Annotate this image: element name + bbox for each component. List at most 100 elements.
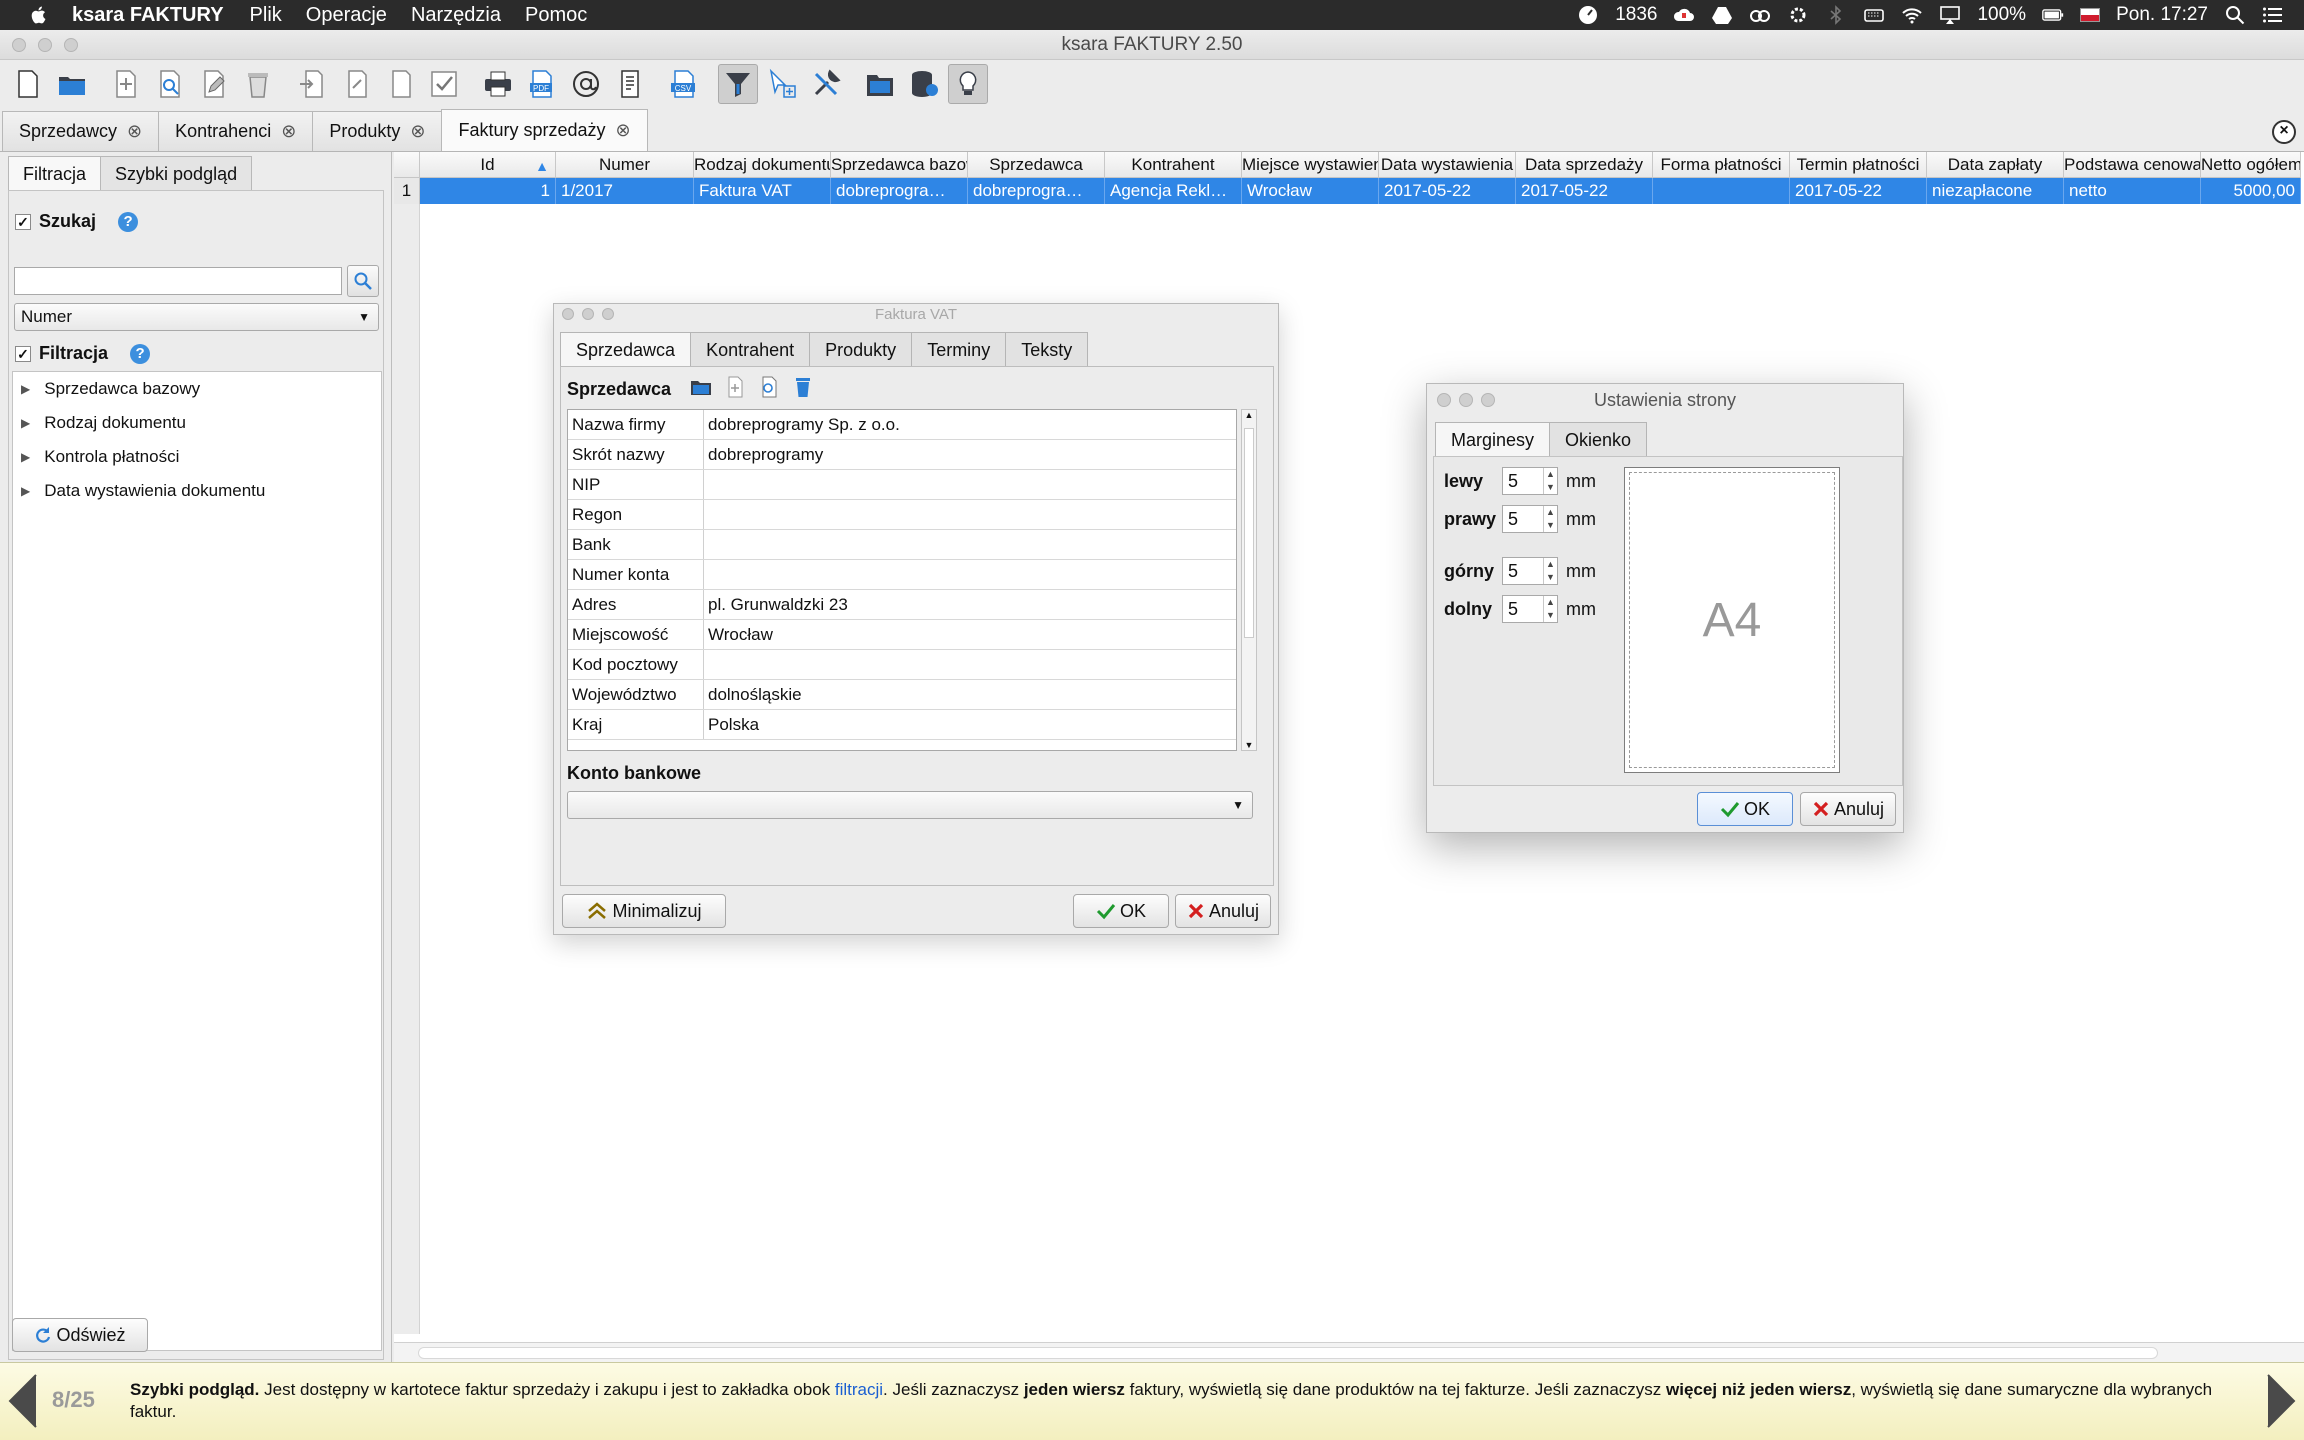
open-button[interactable] [52,64,92,104]
tab-produkty[interactable]: Produkty ⊗ [312,111,443,151]
field-row[interactable]: Regon [568,500,1236,530]
cell-sprzedawca-bazowy[interactable]: dobreprogra… [831,178,968,204]
filter-checkbox[interactable]: ✓ [15,345,31,362]
column-header-data-zaplaty[interactable]: Data zapłaty [1927,152,2064,178]
field-value[interactable]: dobreprogramy [704,440,1236,469]
spotlight-search-icon[interactable] [2224,4,2246,26]
search-field-select[interactable]: Numer ▼ [14,303,379,331]
field-value[interactable]: Polska [704,710,1236,739]
print-button[interactable] [478,64,518,104]
table-row[interactable]: 1 1 1/2017 Faktura VAT dobreprogra… dobr… [394,178,2301,204]
database-button[interactable] [904,64,944,104]
polish-flag-icon[interactable] [2080,8,2101,22]
bluetooth-icon[interactable] [1825,4,1847,26]
column-header-data-sprzedazy[interactable]: Data sprzedaży [1516,152,1653,178]
previous-tip-arrow-icon[interactable] [4,1371,40,1431]
expand-arrow-icon[interactable]: ▶ [21,416,30,430]
close-all-tabs-icon[interactable]: × [2272,120,2296,144]
filter-help-icon[interactable]: ? [130,343,151,364]
gauge-icon[interactable] [1577,4,1599,26]
add-document-button[interactable] [106,64,146,104]
blank-page-button[interactable] [380,64,420,104]
report-button[interactable] [610,64,650,104]
email-button[interactable] [566,64,606,104]
expand-arrow-icon[interactable]: ▶ [21,382,30,396]
dialog-close-button[interactable] [562,308,574,320]
close-window-button[interactable] [12,38,26,52]
cell-id[interactable]: 1 [420,178,556,204]
field-value[interactable]: Wrocław [704,620,1236,649]
gear-badge-icon[interactable] [1787,4,1809,26]
field-value[interactable] [704,560,1236,589]
cancel-button[interactable]: Anuluj [1175,894,1271,928]
add-document-icon[interactable] [723,375,747,399]
field-value[interactable]: pl. Grunwaldzki 23 [704,590,1236,619]
select-add-button[interactable] [762,64,802,104]
cell-sprzedawca[interactable]: dobreprogra… [968,178,1105,204]
clock[interactable]: Pon. 17:27 [2116,4,2208,26]
menu-narzedzia[interactable]: Narzędzia [411,4,501,27]
pdf-button[interactable]: PDF [522,64,562,104]
delete-icon[interactable] [791,375,815,399]
zoom-window-button[interactable] [64,38,78,52]
copy-button[interactable] [336,64,376,104]
dialog-minimize-button[interactable] [1459,393,1473,407]
spinner-value[interactable]: 5 [1503,506,1543,532]
field-row[interactable]: Miejscowość Wrocław [568,620,1236,650]
bank-account-select[interactable]: ▼ [567,791,1253,819]
close-tab-icon[interactable]: ⊗ [616,120,631,141]
field-row[interactable]: Adres pl. Grunwaldzki 23 [568,590,1236,620]
field-row[interactable]: NIP [568,470,1236,500]
tab-kontrahent[interactable]: Kontrahent [690,332,811,366]
apple-icon[interactable] [28,4,50,26]
tip-link-filtracji[interactable]: filtracji [835,1380,883,1399]
tab-sprzedawca[interactable]: Sprzedawca [560,332,692,366]
search-help-icon[interactable]: ? [118,211,139,232]
field-value[interactable] [704,530,1236,559]
dialog-close-button[interactable] [1437,393,1451,407]
spinner-value[interactable]: 5 [1503,558,1543,584]
menu-pomoc[interactable]: Pomoc [525,4,587,27]
vertical-scrollbar[interactable]: ▲ ▼ [1241,409,1257,751]
cell-numer[interactable]: 1/2017 [556,178,694,204]
field-row[interactable]: Numer konta [568,560,1236,590]
column-header-numer[interactable]: Numer [556,152,694,178]
column-header-sprzedawca[interactable]: Sprzedawca [968,152,1105,178]
scroll-up-icon[interactable]: ▲ [1242,410,1256,420]
airplay-icon[interactable] [1939,4,1961,26]
tab-kontrahenci[interactable]: Kontrahenci ⊗ [158,111,314,151]
scroll-down-icon[interactable]: ▼ [1242,740,1256,750]
tab-terminy[interactable]: Terminy [911,332,1007,366]
spinner-arrows-icon[interactable]: ▲ ▼ [1543,596,1557,622]
scrollbar-thumb[interactable] [1244,428,1254,638]
field-row[interactable]: Województwo dolnośląskie [568,680,1236,710]
spinner-arrows-icon[interactable]: ▲ ▼ [1543,558,1557,584]
cell-termin-platnosci[interactable]: 2017-05-22 [1790,178,1927,204]
spinner-arrows-icon[interactable]: ▲ ▼ [1543,468,1557,494]
tab-faktury-sprzedazy[interactable]: Faktury sprzedaży ⊗ [441,109,648,151]
cell-kontrahent[interactable]: Agencja Rekl… [1105,178,1242,204]
tab-szybki-podglad[interactable]: Szybki podgląd [100,156,253,190]
field-row[interactable]: Skrót nazwy dobreprogramy [568,440,1236,470]
page-cancel-button[interactable]: Anuluj [1800,792,1896,826]
margin-top-spinner[interactable]: 5 ▲ ▼ [1502,557,1558,585]
close-tab-icon[interactable]: ⊗ [281,121,296,142]
column-header-sprzedawca-bazowy[interactable]: Sprzedawca bazowy [831,152,968,178]
spinner-arrows-icon[interactable]: ▲ ▼ [1543,506,1557,532]
battery-percent[interactable]: 100% [1977,4,2026,26]
ok-button[interactable]: OK [1073,894,1169,928]
column-header-id[interactable]: Id ▲ [420,152,556,178]
field-value[interactable] [704,650,1236,679]
keyboard-icon[interactable] [1863,4,1885,26]
tab-teksty[interactable]: Teksty [1005,332,1089,366]
column-header-netto-ogolem[interactable]: Netto ogółem [2201,152,2301,178]
field-value[interactable]: dobreprogramy Sp. z o.o. [704,410,1236,439]
cloud-icon[interactable] [1673,4,1695,26]
cell-forma-platnosci[interactable] [1653,178,1790,204]
tree-item-kontrola-platnosci[interactable]: ▶ Kontrola płatności [13,440,381,474]
row-number[interactable]: 1 [394,178,420,204]
edit-document-icon[interactable] [757,375,781,399]
drive-icon[interactable] [1711,4,1733,26]
cell-podstawa-cenowa[interactable]: netto [2064,178,2201,204]
search-input[interactable] [14,267,342,295]
